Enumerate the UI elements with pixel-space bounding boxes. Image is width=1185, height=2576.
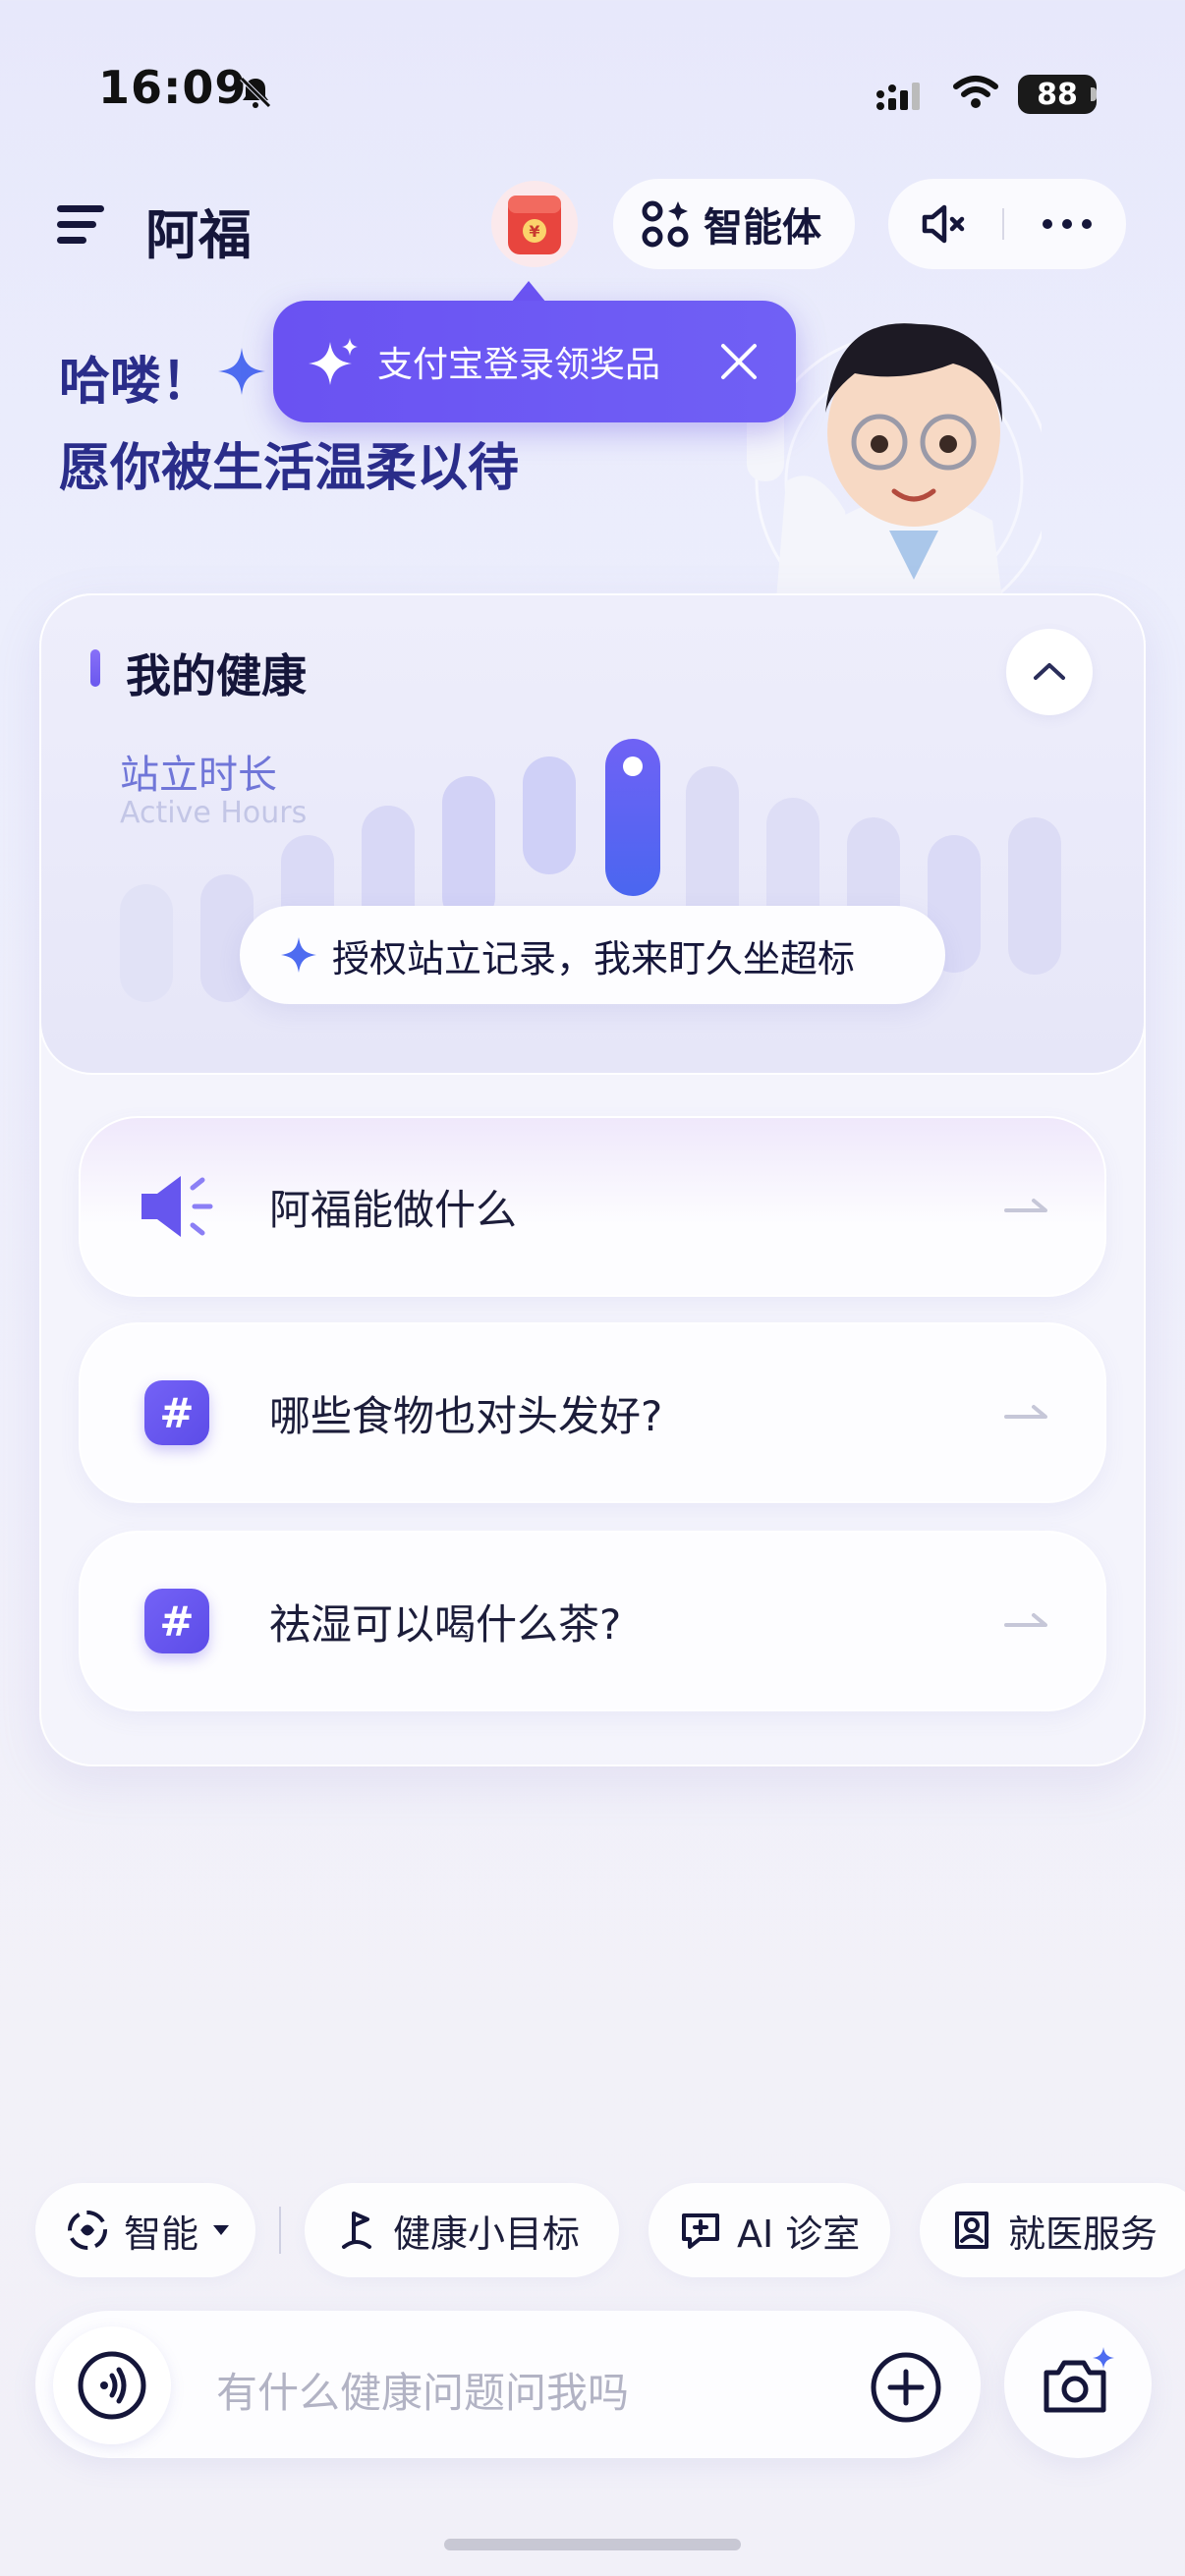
hashtag-icon: # bbox=[144, 1380, 209, 1445]
cellular-signal-icon bbox=[876, 83, 920, 110]
suggestion-item[interactable]: # 哪些食物也对头发好? bbox=[79, 1322, 1106, 1503]
battery-tip bbox=[1091, 87, 1097, 101]
voice-input-button[interactable] bbox=[53, 2326, 171, 2444]
suggestion-item[interactable]: # 祛湿可以喝什么茶? bbox=[79, 1531, 1106, 1711]
pill-divider bbox=[1002, 208, 1004, 240]
metric-title: 站立时长 bbox=[120, 753, 277, 798]
smart-mode-icon bbox=[68, 2211, 107, 2250]
ai-clinic-chip[interactable]: AI 诊室 bbox=[649, 2183, 890, 2277]
collapse-button[interactable] bbox=[1006, 629, 1093, 715]
arrow-right-icon bbox=[1004, 1199, 1047, 1212]
battery-level: 88 bbox=[1018, 75, 1097, 114]
hashtag-icon: # bbox=[144, 1589, 209, 1653]
camera-button[interactable] bbox=[1004, 2311, 1152, 2458]
chat-input[interactable]: 有什么健康问题问我吗 bbox=[216, 2360, 629, 2420]
plus-circle-icon[interactable] bbox=[869, 2350, 943, 2425]
app-title: 阿福 bbox=[145, 204, 252, 266]
chevron-up-icon bbox=[1034, 663, 1065, 680]
sound-muted-icon[interactable] bbox=[919, 201, 968, 247]
camera-sparkle-icon bbox=[1044, 2347, 1114, 2413]
home-indicator bbox=[444, 2539, 741, 2550]
caret-down-icon bbox=[213, 2225, 230, 2235]
arrow-right-icon bbox=[1004, 1613, 1047, 1627]
authorize-standing-button[interactable]: 授权站立记录，我来盯久坐超标 bbox=[240, 906, 945, 1004]
voice-wave-icon bbox=[78, 2351, 146, 2420]
sparkle-icon bbox=[309, 338, 358, 385]
doctor-badge-icon bbox=[955, 2212, 988, 2249]
hashtag-icon-wrap: # bbox=[138, 1582, 216, 1660]
chat-plus-icon bbox=[682, 2213, 719, 2249]
suggestion-item[interactable]: 阿福能做什么 bbox=[79, 1116, 1106, 1297]
card-title: 我的健康 bbox=[126, 649, 307, 702]
sparkle-icon bbox=[218, 348, 265, 395]
agent-grid-icon bbox=[642, 200, 689, 248]
agent-button[interactable]: 智能体 bbox=[613, 179, 855, 269]
sparkle-icon bbox=[281, 937, 316, 973]
speaker-icon bbox=[138, 1167, 216, 1246]
more-icon[interactable] bbox=[1040, 214, 1095, 234]
medical-service-label: 就医服务 bbox=[1008, 2212, 1158, 2256]
arrow-right-icon bbox=[1004, 1405, 1047, 1419]
chip-divider bbox=[279, 2207, 281, 2254]
health-goal-label: 健康小目标 bbox=[393, 2212, 581, 2256]
wifi-icon bbox=[953, 76, 998, 108]
red-packet-button[interactable]: ¥ bbox=[491, 181, 578, 267]
agent-button-label: 智能体 bbox=[704, 205, 821, 251]
menu-icon[interactable] bbox=[57, 201, 106, 247]
greeting-line-1: 哈喽！ bbox=[59, 353, 213, 412]
close-icon[interactable] bbox=[719, 342, 759, 381]
suggestion-text: 阿福能做什么 bbox=[269, 1185, 518, 1234]
suggestion-text: 祛湿可以喝什么茶? bbox=[269, 1599, 622, 1649]
status-time: 16:09 bbox=[98, 61, 248, 114]
greeting-line-2: 愿你被生活温柔以待 bbox=[59, 439, 520, 498]
ai-clinic-label: AI 诊室 bbox=[737, 2212, 861, 2256]
svg-text:¥: ¥ bbox=[529, 222, 539, 241]
mode-selector[interactable]: 智能 bbox=[35, 2183, 255, 2277]
suggestion-text: 哪些食物也对头发好? bbox=[269, 1391, 663, 1440]
tooltip-arrow bbox=[511, 281, 546, 303]
health-goal-chip[interactable]: 健康小目标 bbox=[305, 2183, 619, 2277]
card-title-accent bbox=[90, 649, 100, 687]
bell-muted-icon bbox=[240, 77, 271, 108]
red-packet-icon: ¥ bbox=[508, 196, 561, 254]
authorize-text: 授权站立记录，我来盯久坐超标 bbox=[332, 936, 856, 980]
metric-subtitle: Active Hours bbox=[120, 796, 308, 830]
login-reward-tooltip[interactable]: 支付宝登录领奖品 bbox=[273, 301, 796, 422]
mode-label: 智能 bbox=[124, 2212, 199, 2256]
tooltip-text: 支付宝登录领奖品 bbox=[377, 345, 661, 385]
hashtag-icon-wrap: # bbox=[138, 1373, 216, 1452]
medical-service-chip[interactable]: 就医服务 bbox=[920, 2183, 1185, 2277]
flag-icon bbox=[342, 2212, 371, 2249]
